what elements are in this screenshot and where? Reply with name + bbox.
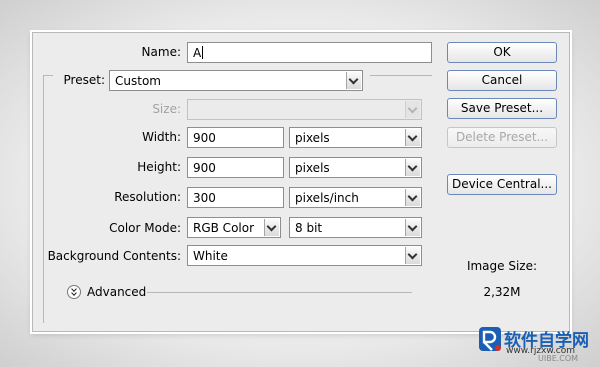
- chevron-down-icon[interactable]: [405, 189, 420, 206]
- width-unit-select[interactable]: pixels: [289, 127, 422, 148]
- preset-select[interactable]: Custom: [109, 70, 363, 91]
- group-border-top-right: [370, 75, 432, 76]
- site-watermark-logo: 软件自学网 www.rjzxw.com UIBE.COM: [478, 326, 598, 364]
- height-label: Height:: [137, 160, 181, 174]
- chevron-down-icon[interactable]: [346, 72, 361, 89]
- advanced-divider: [147, 292, 412, 293]
- width-input[interactable]: 900: [187, 127, 284, 148]
- width-label: Width:: [142, 130, 181, 144]
- resolution-unit-value: pixels/inch: [295, 191, 359, 205]
- image-size-value: 2,32M: [483, 285, 521, 299]
- advanced-label[interactable]: Advanced: [87, 285, 146, 299]
- color-mode-select[interactable]: RGB Color: [187, 217, 281, 238]
- chevron-down-icon[interactable]: [405, 129, 420, 146]
- background-contents-label: Background Contents:: [47, 249, 181, 263]
- image-size-label: Image Size:: [466, 259, 538, 273]
- group-border-left: [43, 75, 44, 323]
- resolution-value: 300: [193, 191, 216, 205]
- chevron-down-icon[interactable]: [405, 219, 420, 236]
- bit-depth-select[interactable]: 8 bit: [289, 217, 422, 238]
- preset-value: Custom: [115, 74, 161, 88]
- ok-button[interactable]: OK: [447, 42, 557, 63]
- name-label: Name:: [141, 45, 181, 59]
- height-unit-select[interactable]: pixels: [289, 157, 422, 178]
- group-border-top-left: [43, 75, 53, 76]
- chevron-down-icon[interactable]: [405, 101, 420, 118]
- cancel-button[interactable]: Cancel: [447, 70, 557, 91]
- preset-label: Preset:: [63, 73, 105, 87]
- chevron-down-icon[interactable]: [264, 219, 279, 236]
- background-contents-value: White: [193, 249, 228, 263]
- resolution-input[interactable]: 300: [187, 187, 284, 208]
- size-select[interactable]: [187, 99, 422, 120]
- width-unit-value: pixels: [295, 131, 330, 145]
- name-input[interactable]: A: [187, 42, 432, 63]
- background-contents-select[interactable]: White: [187, 245, 422, 266]
- width-value: 900: [193, 131, 216, 145]
- height-unit-value: pixels: [295, 161, 330, 175]
- new-document-dialog: Name: A Preset: Custom Size: Width: 900 …: [32, 32, 570, 332]
- device-central-button[interactable]: Device Central...: [447, 174, 557, 195]
- resolution-label: Resolution:: [114, 190, 181, 204]
- delete-preset-button[interactable]: Delete Preset...: [447, 127, 557, 148]
- bit-depth-value: 8 bit: [295, 221, 323, 235]
- height-input[interactable]: 900: [187, 157, 284, 178]
- save-preset-button[interactable]: Save Preset...: [447, 98, 557, 119]
- chevron-down-icon[interactable]: [405, 247, 420, 264]
- watermark-site: UIBE.COM: [538, 354, 579, 363]
- resolution-unit-select[interactable]: pixels/inch: [289, 187, 422, 208]
- text-caret: [202, 46, 204, 59]
- color-mode-label: Color Mode:: [109, 221, 181, 235]
- chevron-down-icon[interactable]: [405, 159, 420, 176]
- advanced-expand-icon[interactable]: [67, 285, 81, 299]
- color-mode-value: RGB Color: [193, 221, 255, 235]
- height-value: 900: [193, 161, 216, 175]
- name-value: A: [193, 46, 202, 60]
- size-label: Size:: [152, 102, 181, 116]
